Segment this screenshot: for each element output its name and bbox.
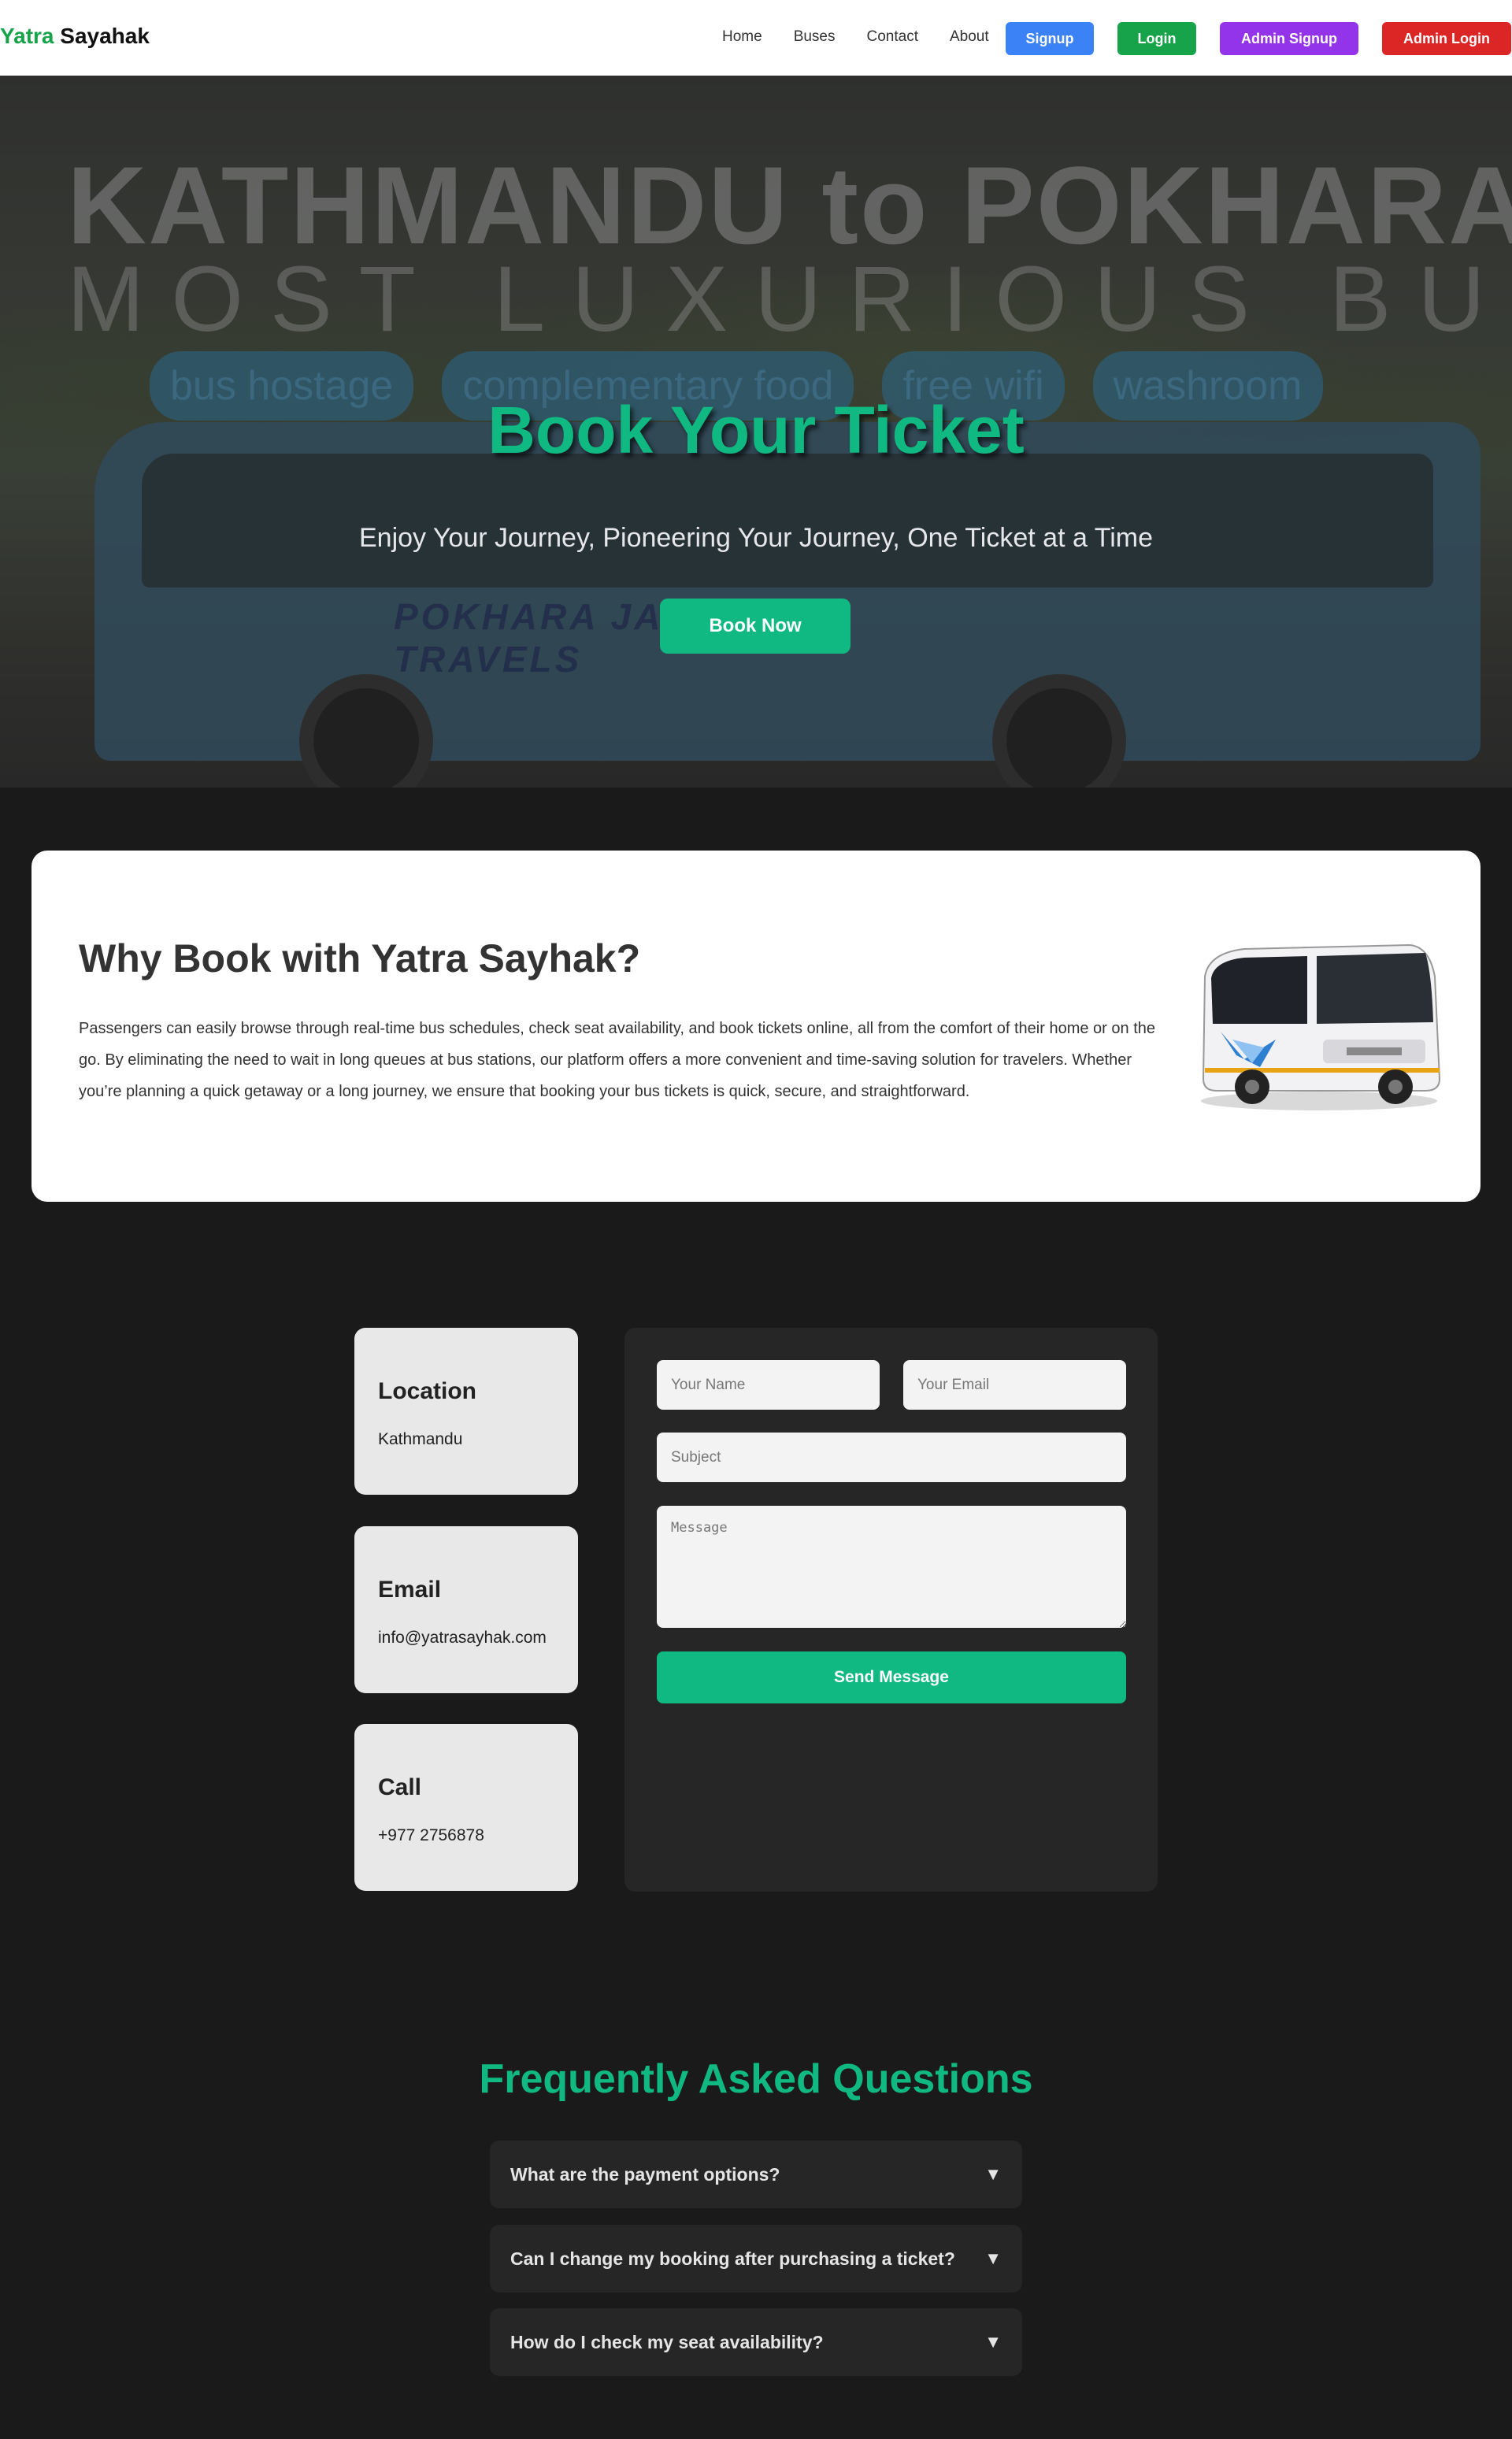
nav-link-contact[interactable]: Contact (867, 28, 918, 46)
nav-link-home[interactable]: Home (722, 28, 762, 46)
chevron-down-icon[interactable]: ▼ (984, 2332, 1002, 2352)
nav-link-buses[interactable]: Buses (794, 28, 836, 46)
contact-form: Send Message (624, 1328, 1158, 1892)
hero-background-tagline: MOST LUXURIOUS BUS (67, 247, 1512, 351)
faq-question: Can I change my booking after purchasing… (510, 2248, 955, 2269)
name-input[interactable] (657, 1360, 880, 1410)
contact-card-call: Call +977 2756878 (354, 1724, 578, 1891)
brand-name-part2: Sayahak (54, 24, 150, 48)
hero-section: POKHARA JAGDAMBA TRAVELS KATHMANDU to PO… (0, 76, 1512, 788)
faq-item[interactable]: How do I check my seat availability? ▼ (490, 2308, 1022, 2376)
admin-signup-button[interactable]: Admin Signup (1220, 22, 1358, 55)
contact-card-value: Kathmandu (378, 1430, 463, 1448)
admin-login-button[interactable]: Admin Login (1382, 22, 1511, 55)
contact-card-value[interactable]: info@yatrasayhak.com (378, 1629, 547, 1648)
why-book-card: Why Book with Yatra Sayhak? Passengers c… (32, 851, 1480, 1202)
top-navbar: Yatra Sayahak Home Buses Contact About S… (0, 0, 1512, 76)
login-button[interactable]: Login (1117, 22, 1196, 55)
bus-illustration (1201, 943, 1441, 1110)
contact-card-value[interactable]: +977 2756878 (378, 1826, 484, 1845)
faq-item[interactable]: What are the payment options? ▼ (490, 2141, 1022, 2208)
subject-input[interactable] (657, 1433, 1126, 1482)
chevron-down-icon[interactable]: ▼ (984, 2164, 1002, 2185)
signup-button[interactable]: Signup (1006, 22, 1094, 55)
nav-links: Home Buses Contact About (722, 28, 989, 46)
chevron-down-icon[interactable]: ▼ (984, 2248, 1002, 2269)
hero-subtitle: Enjoy Your Journey, Pioneering Your Jour… (358, 523, 1153, 553)
why-book-description: Passengers can easily browse through rea… (79, 1020, 1155, 1100)
faq-question: How do I check my seat availability? (510, 2331, 824, 2352)
faq-item[interactable]: Can I change my booking after purchasing… (490, 2225, 1022, 2293)
brand-logo[interactable]: Yatra Sayahak (0, 24, 150, 49)
hero-title: Book Your Ticket (487, 393, 1025, 467)
email-input[interactable] (903, 1360, 1126, 1410)
contact-card-title: Call (378, 1774, 422, 1800)
message-textarea[interactable] (657, 1506, 1126, 1628)
nav-link-about[interactable]: About (950, 28, 989, 46)
contact-card-title: Email (378, 1577, 442, 1603)
contact-card-email: Email info@yatrasayhak.com (354, 1526, 578, 1693)
contact-card-title: Location (378, 1378, 476, 1404)
contact-card-location: Location Kathmandu (354, 1328, 578, 1495)
book-now-button[interactable]: Book Now (660, 599, 850, 654)
faq-title: Frequently Asked Questions (479, 2056, 1033, 2102)
brand-name-part1: Yatra (0, 24, 54, 48)
faq-question: What are the payment options? (510, 2163, 780, 2185)
send-message-button[interactable]: Send Message (657, 1651, 1126, 1703)
why-book-title: Why Book with Yatra Sayhak? (79, 936, 641, 980)
